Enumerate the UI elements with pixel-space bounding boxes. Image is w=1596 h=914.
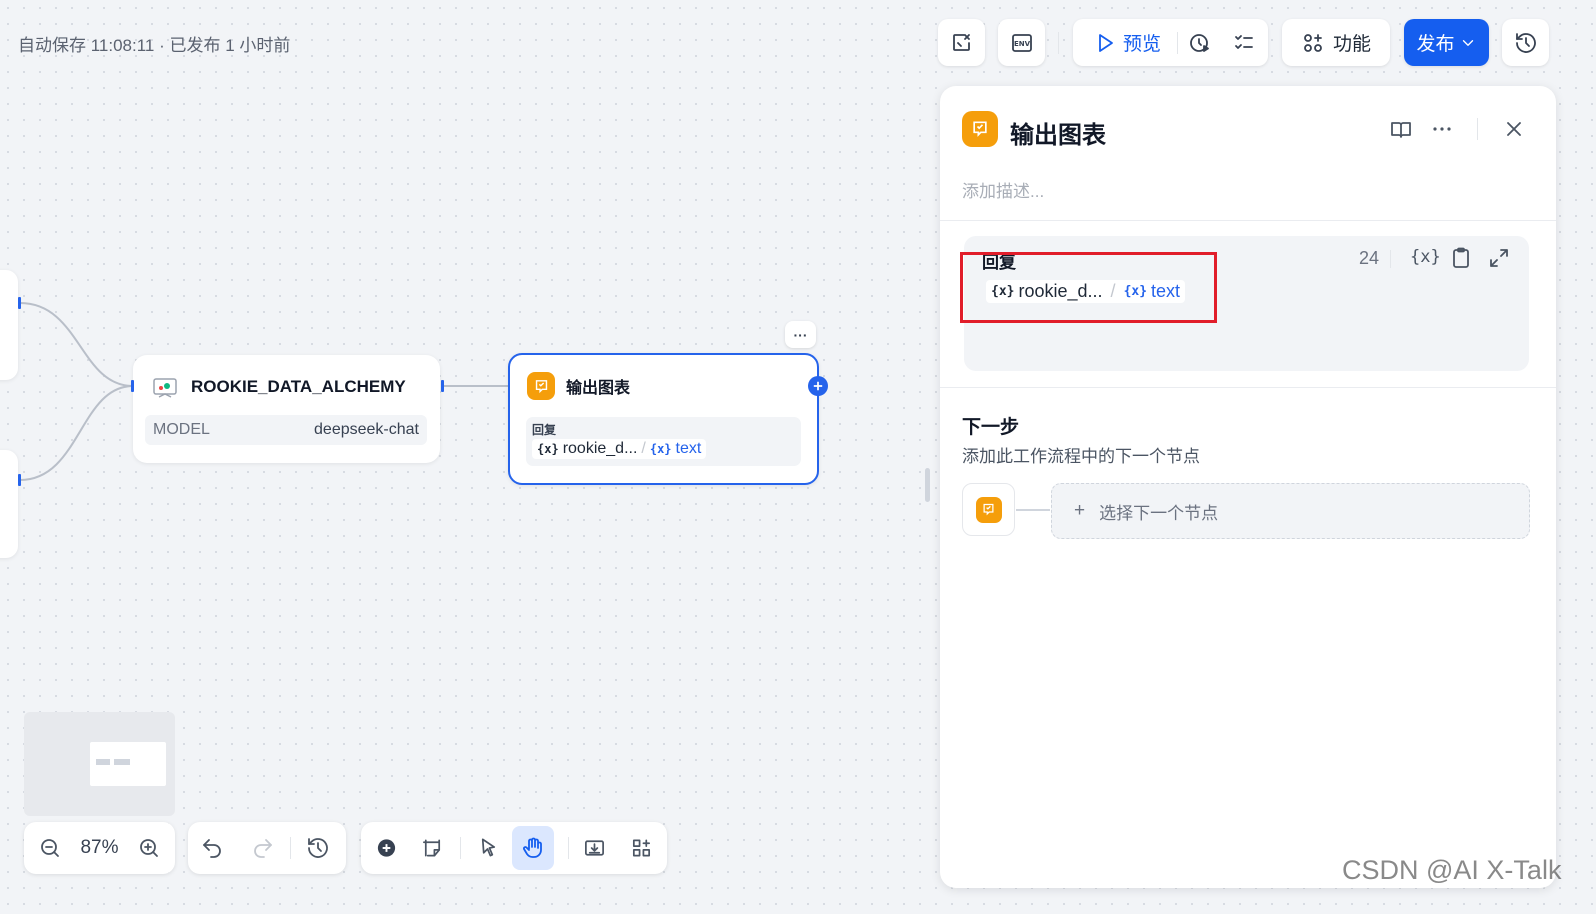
hand-icon <box>523 837 542 858</box>
preview-label: 预览 <box>1123 34 1162 55</box>
zoom-in-icon[interactable] <box>137 836 161 860</box>
node-handle[interactable] <box>18 297 21 309</box>
env-button[interactable]: ENV <box>998 19 1045 66</box>
answer-node-title: 输出图表 <box>566 380 631 397</box>
offscreen-node-1[interactable] <box>0 270 18 380</box>
svg-text:ENV: ENV <box>1013 40 1030 48</box>
more-icon[interactable] <box>1430 117 1454 141</box>
play-icon <box>1099 33 1113 52</box>
features-label: 功能 <box>1332 34 1371 55</box>
reply-char-count: 24 <box>1359 248 1380 268</box>
features-button[interactable]: 功能 <box>1282 19 1390 66</box>
model-row: MODEL deepseek-chat <box>145 415 427 445</box>
export-image-icon[interactable] <box>583 836 606 860</box>
divider <box>940 220 1556 221</box>
undo-icon[interactable] <box>200 836 224 860</box>
divider <box>940 387 1556 388</box>
publish-button[interactable]: 发布 <box>1404 19 1489 66</box>
answer-variable-pill: {x} rookie_d... / {x} text <box>532 439 707 459</box>
tools-bar <box>361 822 667 874</box>
history-bar <box>188 822 346 874</box>
more-icon: ··· <box>793 326 808 343</box>
offscreen-node-2[interactable] <box>0 450 18 558</box>
answer-node[interactable]: 输出图表 回复 {x} rookie_d... / {x} text <box>508 353 819 485</box>
history-icon <box>1515 32 1536 53</box>
add-note-icon[interactable] <box>421 836 444 860</box>
close-icon[interactable] <box>1502 117 1526 141</box>
divider <box>568 837 569 859</box>
next-step-desc: 添加此工作流程中的下一个节点 <box>962 447 1200 466</box>
select-next-node-button[interactable]: + 选择下一个节点 <box>1051 483 1530 539</box>
plus-icon <box>813 381 823 391</box>
var-node-name: rookie_d... <box>562 440 638 457</box>
run-history-icon[interactable] <box>1188 31 1212 55</box>
select-next-node-label: 选择下一个节点 <box>1099 503 1219 523</box>
add-next-node-button[interactable] <box>808 376 828 396</box>
node-handle[interactable] <box>18 474 21 486</box>
variable-icon: {x} <box>537 442 559 456</box>
llm-input-handle[interactable] <box>131 380 134 392</box>
pointer-icon[interactable] <box>477 836 500 860</box>
minimap-viewport <box>90 742 166 786</box>
checklist-icon <box>952 33 970 51</box>
llm-output-handle[interactable] <box>441 380 444 392</box>
change-history-icon[interactable] <box>306 836 330 860</box>
organize-layout-icon[interactable] <box>630 836 653 860</box>
version-history-button[interactable] <box>1502 19 1549 66</box>
redo-icon[interactable] <box>251 836 275 860</box>
llm-node-icon <box>153 378 177 398</box>
node-more-button[interactable]: ··· <box>785 321 816 348</box>
watermark: CSDN @AI X-Talk <box>1342 855 1562 885</box>
var-separator: / <box>641 440 646 457</box>
grid-icon <box>1304 33 1322 52</box>
model-value: deepseek-chat <box>314 421 419 438</box>
panel-node-icon <box>962 111 998 147</box>
run-group: 预览 <box>1073 19 1268 66</box>
checklist-tasks-icon[interactable] <box>1232 31 1256 55</box>
expand-icon[interactable] <box>1487 246 1511 270</box>
divider <box>1477 118 1478 140</box>
publish-label: 发布 <box>1416 34 1455 55</box>
chevron-down-icon <box>1462 39 1473 46</box>
insert-variable-button[interactable]: {x} <box>1410 247 1441 267</box>
current-node-icon <box>975 496 1002 523</box>
toolbar-divider <box>1058 32 1059 54</box>
node-config-panel: 输出图表 添加描述... 回复 24 {x} {x} rookie_d... /… <box>940 86 1556 888</box>
plus-icon: + <box>1074 500 1086 521</box>
preview-button[interactable]: 预览 <box>1093 29 1161 56</box>
description-input[interactable]: 添加描述... <box>962 177 1044 202</box>
model-label: MODEL <box>153 421 210 438</box>
zoom-bar: 87% <box>24 822 175 874</box>
zoom-out-icon[interactable] <box>38 836 62 860</box>
next-step-title: 下一步 <box>962 417 1020 438</box>
clipboard-icon[interactable] <box>1449 246 1473 270</box>
env-icon: ENV <box>1011 33 1032 52</box>
add-node-icon[interactable] <box>375 836 398 860</box>
panel-title[interactable]: 输出图表 <box>1010 115 1106 150</box>
llm-node[interactable]: ROOKIE_DATA_ALCHEMY MODEL deepseek-chat <box>133 355 440 463</box>
canvas-edges <box>19 302 508 481</box>
answer-field-label: 回复 <box>532 423 557 437</box>
zoom-level[interactable]: 87% <box>80 837 118 859</box>
divider <box>1390 250 1391 268</box>
hand-tool-button[interactable] <box>511 826 555 870</box>
highlight-annotation <box>960 252 1217 323</box>
toolbar-divider <box>1177 31 1179 54</box>
minimap[interactable] <box>24 712 175 816</box>
connector-line <box>1016 509 1050 511</box>
variable-icon: {x} <box>649 442 672 456</box>
answer-field: 回复 {x} rookie_d... / {x} text <box>526 417 801 466</box>
var-name: text <box>675 440 702 457</box>
divider <box>459 837 461 859</box>
llm-node-title: ROOKIE_DATA_ALCHEMY <box>191 377 406 396</box>
divider <box>290 837 291 859</box>
book-icon[interactable] <box>1389 118 1413 142</box>
answer-node-icon <box>527 372 555 400</box>
panel-resize-handle[interactable] <box>925 468 930 502</box>
current-node-chip <box>962 483 1015 536</box>
checklist-button[interactable] <box>938 19 985 66</box>
